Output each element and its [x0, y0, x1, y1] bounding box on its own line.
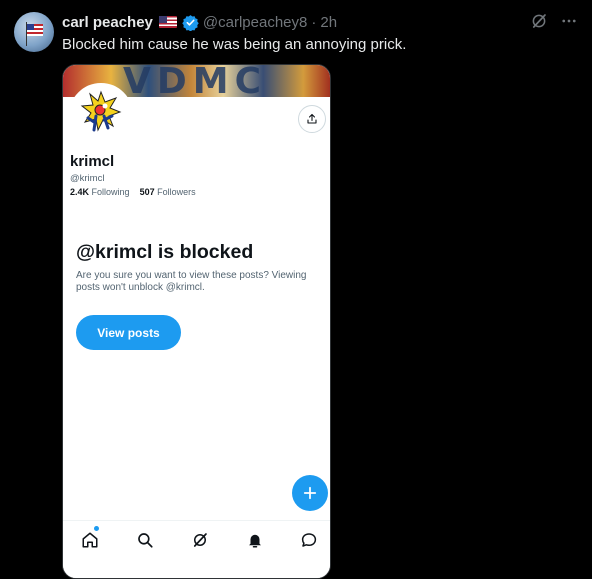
tweet-media-screenshot[interactable]: VDMC krimcl @krimcl 2.4K Following 507 F…: [62, 64, 331, 579]
author-handle[interactable]: @carlpeachey8: [203, 14, 307, 31]
more-icon[interactable]: [560, 12, 578, 30]
view-posts-button[interactable]: View posts: [76, 315, 181, 350]
home-icon[interactable]: [81, 531, 99, 549]
author-avatar[interactable]: [14, 12, 54, 52]
following-label: Following: [91, 187, 130, 197]
blocked-title: @krimcl is blocked: [76, 241, 254, 263]
search-icon[interactable]: [136, 531, 154, 549]
flag-us-icon: [158, 16, 177, 28]
separator-dot: ·: [311, 13, 317, 31]
follow-stats: 2.4K Following 507 Followers: [70, 187, 196, 197]
followers-label: Followers: [157, 187, 196, 197]
grok-icon[interactable]: [530, 12, 548, 30]
following-count: 2.4K: [70, 187, 90, 197]
profile-handle: @krimcl: [70, 173, 105, 184]
tweet-actions-top: [530, 12, 578, 30]
verified-badge-icon: [182, 14, 199, 31]
profile-avatar: [69, 83, 133, 147]
banner-text: VDMC: [123, 64, 267, 102]
followers-count: 507: [139, 187, 155, 197]
share-icon: [307, 113, 317, 124]
tweet-time[interactable]: 2h: [320, 14, 337, 31]
bottom-navigation: [63, 520, 330, 578]
author-name[interactable]: carl peachey: [62, 14, 153, 31]
compose-button[interactable]: [292, 475, 328, 511]
grok-icon[interactable]: [191, 531, 209, 549]
profile-name: krimcl: [70, 153, 115, 170]
compose-plus-icon: [303, 486, 317, 500]
notifications-icon[interactable]: [246, 531, 264, 549]
tweet-text: Blocked him cause he was being an annoyi…: [62, 36, 407, 53]
tweet-header: carl peachey @carlpeachey8 · 2h: [62, 12, 337, 32]
blocked-description: Are you sure you want to view these post…: [76, 270, 307, 293]
share-button[interactable]: [298, 105, 326, 133]
tweet[interactable]: carl peachey @carlpeachey8 · 2h Blocked …: [0, 0, 592, 579]
messages-icon[interactable]: [300, 531, 318, 549]
